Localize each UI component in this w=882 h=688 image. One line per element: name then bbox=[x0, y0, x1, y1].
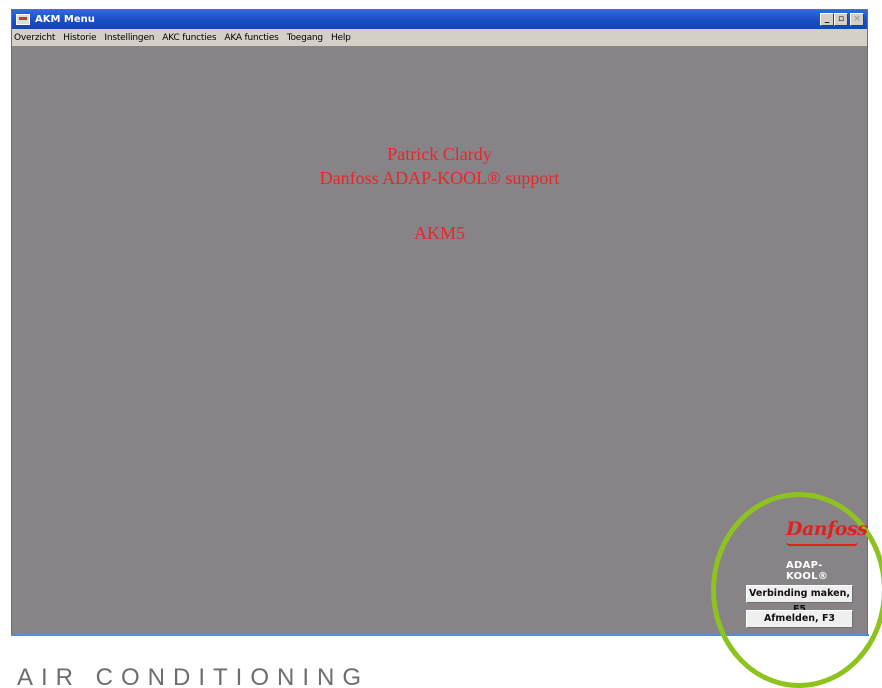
product-name: AKM5 bbox=[413, 223, 465, 243]
menu-aka-functies[interactable]: AKA functies bbox=[224, 33, 279, 43]
logo-text: Danfoss bbox=[786, 518, 868, 540]
menu-toegang[interactable]: Toegang bbox=[287, 33, 323, 43]
menu-bar: Overzicht Historie Instellingen AKC func… bbox=[12, 29, 867, 46]
support-line: Danfoss ADAP-KOOL® support bbox=[319, 168, 560, 188]
danfoss-logo: Danfoss bbox=[786, 518, 868, 550]
user-name: Patrick Clardy bbox=[387, 144, 492, 164]
logout-button[interactable]: Afmelden, F3 bbox=[746, 610, 853, 628]
menu-historie[interactable]: Historie bbox=[63, 33, 96, 43]
menu-instellingen[interactable]: Instellingen bbox=[104, 33, 154, 43]
restore-button[interactable]: ▫ bbox=[834, 13, 848, 26]
app-icon[interactable] bbox=[16, 14, 30, 25]
menu-overzicht[interactable]: Overzicht bbox=[14, 33, 55, 43]
logo-swoosh bbox=[786, 542, 858, 546]
menu-akc-functies[interactable]: AKC functies bbox=[162, 33, 216, 43]
title-bar[interactable]: AKM Menu _ ▫ × bbox=[12, 10, 867, 29]
connect-button[interactable]: Verbinding maken, F5 bbox=[746, 585, 853, 615]
caption-text: AIR CONDITIONING bbox=[17, 664, 370, 688]
window-controls: _ ▫ × bbox=[820, 13, 864, 26]
menu-help[interactable]: Help bbox=[331, 33, 351, 43]
adap-kool-label: ADAP-KOOL® bbox=[786, 560, 829, 582]
minimize-button[interactable]: _ bbox=[820, 13, 834, 26]
window-title: AKM Menu bbox=[35, 14, 95, 25]
close-button[interactable]: × bbox=[850, 13, 864, 26]
